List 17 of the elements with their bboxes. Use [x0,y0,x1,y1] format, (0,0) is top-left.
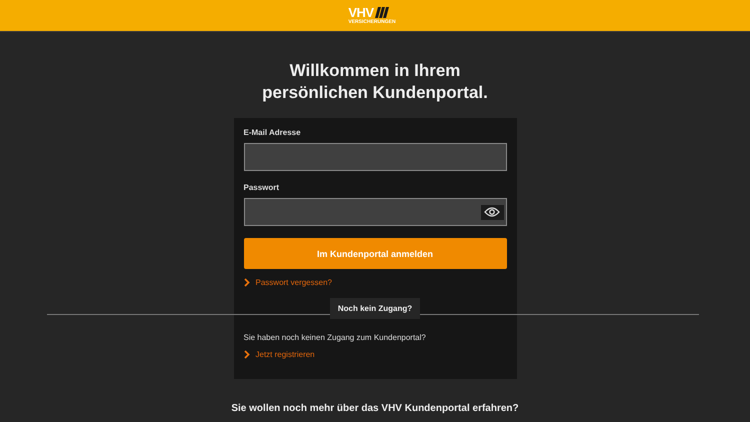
logo-text: VHV [348,6,374,18]
forgot-password-link[interactable]: Passwort vergessen? [256,278,332,287]
section-heading: Sie wollen noch mehr über das VHV Kundenportal erfahren? [231,403,519,414]
password-field[interactable] [244,198,506,226]
register-link[interactable]: Jetzt registrieren [256,350,315,359]
chevron-icon [244,350,250,359]
field-label: E-Mail Adresse [244,128,301,137]
chevron-icon [244,278,250,287]
page-heading: Willkommen in Ihrem [290,60,460,82]
email-field[interactable] [244,143,506,171]
slashes-icon [374,7,389,18]
page-heading: persönlichen Kundenportal. [262,82,488,104]
show-password-button[interactable] [480,204,504,220]
divider-label: Noch kein Zugang? [330,298,420,318]
field-label: Passwort [244,183,280,192]
eye-icon [484,207,500,217]
register-text: Sie haben noch keinen Zugang zum Kundenportal? [244,333,427,342]
